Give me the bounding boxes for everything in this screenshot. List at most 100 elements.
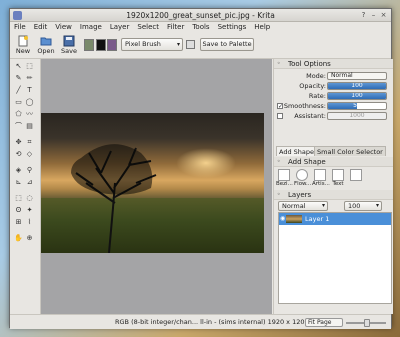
layer-opacity-spinbox[interactable]: 100 ▾: [344, 201, 382, 211]
gradient-icon[interactable]: ▤: [25, 122, 34, 131]
save-icon: [63, 35, 75, 47]
pattern-swatch[interactable]: [84, 39, 94, 51]
tab-small-color-selector[interactable]: Small Color Selector: [314, 146, 386, 156]
assistant-slider[interactable]: 1000: [327, 112, 387, 120]
line-icon[interactable]: ╱: [14, 86, 23, 95]
transform-icon[interactable]: ⬚: [25, 62, 34, 71]
close-button[interactable]: ×: [379, 11, 388, 20]
assistant-checkbox[interactable]: [277, 113, 283, 119]
menu-file[interactable]: File: [10, 22, 30, 33]
smoothness-value: 50: [353, 102, 361, 109]
menu-select[interactable]: Select: [133, 22, 163, 33]
layers-title[interactable]: ◦ Layers: [274, 190, 393, 200]
mode-combo[interactable]: Normal: [327, 72, 387, 80]
move-icon[interactable]: ✥: [14, 138, 23, 147]
eye-icon[interactable]: ◉: [280, 213, 285, 225]
save-button[interactable]: Save: [58, 34, 80, 58]
measure-icon[interactable]: ⊾: [14, 178, 23, 187]
smoothness-checkbox[interactable]: ✓: [277, 103, 283, 110]
canvas-area[interactable]: [41, 59, 272, 314]
shape-text[interactable]: Text: [330, 169, 346, 189]
layer-thumbnail: [286, 215, 302, 223]
text-shape-icon: [332, 169, 344, 181]
menu-bar: File Edit View Image Layer Select Filter…: [10, 22, 391, 33]
zoom-icon[interactable]: ⊕: [25, 234, 34, 243]
rate-label: Rate:: [308, 92, 326, 100]
freehand-path-icon[interactable]: 〰: [25, 110, 34, 119]
layer-row[interactable]: ◉ Layer 1: [279, 213, 391, 225]
bezier-icon[interactable]: ⌒: [14, 122, 23, 131]
brush-preset-value: Pixel Brush: [125, 40, 161, 48]
menu-view[interactable]: View: [51, 22, 76, 33]
tool-options-title[interactable]: ◦ Tool Options: [274, 59, 393, 69]
lasso-icon[interactable]: ʘ: [14, 206, 23, 215]
shape-list: Bezi... Flow... Artis... Text: [276, 169, 390, 189]
menu-layer[interactable]: Layer: [106, 22, 134, 33]
zoom-combo[interactable]: Fit Page: [305, 318, 343, 327]
path-select-icon[interactable]: ⌇: [25, 218, 34, 227]
polygon-icon[interactable]: ⬠: [14, 110, 23, 119]
text-tool-icon[interactable]: T: [25, 86, 34, 95]
layer-blend-mode-combo[interactable]: Normal ▾: [278, 201, 328, 211]
menu-settings[interactable]: Settings: [214, 22, 251, 33]
save-to-palette-button[interactable]: Save to Palette: [200, 38, 254, 51]
chevron-down-icon: ▾: [375, 202, 379, 209]
rectangle-icon[interactable]: ▭: [14, 98, 23, 107]
status-text: RGB (8-bit integer/chan... ll-in - (sims…: [115, 318, 309, 326]
docker-panel: ◦ Tool Options Mode: Normal Opacity: 100…: [273, 59, 393, 314]
foreground-color-swatch[interactable]: [107, 39, 117, 51]
rect-select-icon[interactable]: ⬚: [14, 194, 23, 203]
zoom-slider-handle[interactable]: [364, 319, 370, 327]
brush-settings-icon[interactable]: [186, 40, 195, 49]
contiguous-select-icon[interactable]: ⊞: [14, 218, 23, 227]
title-bar[interactable]: 1920x1200_great_sunset_pic.jpg - Krita ?…: [10, 9, 391, 22]
menu-help[interactable]: Help: [250, 22, 274, 33]
eyedropper-icon[interactable]: ⚲: [25, 166, 34, 175]
new-label: New: [15, 47, 31, 55]
assistant-icon[interactable]: ⊿: [25, 178, 34, 187]
tab-add-shape[interactable]: Add Shape: [276, 146, 318, 156]
flow-shape-icon: [296, 169, 308, 181]
new-document-icon: [18, 35, 28, 47]
menu-edit[interactable]: Edit: [30, 22, 52, 33]
pin-icon[interactable]: ◦: [277, 190, 281, 200]
assistant-value: 1000: [349, 112, 365, 119]
new-button[interactable]: New: [12, 34, 34, 58]
chevron-down-icon: ▾: [321, 202, 325, 209]
mode-row: Mode: Normal: [274, 71, 394, 81]
sunset-image[interactable]: [41, 113, 264, 253]
shape-bezier[interactable]: Bezi...: [276, 169, 293, 189]
open-button[interactable]: Open: [35, 34, 57, 58]
rotate-icon[interactable]: ⟲: [14, 150, 23, 159]
rate-slider[interactable]: 100: [327, 92, 387, 100]
folder-icon: [40, 37, 52, 46]
shape-flow[interactable]: Flow...: [294, 169, 311, 189]
fill-icon[interactable]: ◈: [14, 166, 23, 175]
shape-artistic[interactable]: Artis...: [312, 169, 330, 189]
pencil-icon[interactable]: ✏: [25, 74, 34, 83]
menu-filter[interactable]: Filter: [163, 22, 188, 33]
smoothness-slider[interactable]: 50: [327, 102, 387, 110]
background-color-swatch[interactable]: [96, 39, 106, 51]
select-icon[interactable]: ↖: [14, 62, 23, 71]
menu-image[interactable]: Image: [76, 22, 106, 33]
brush-icon[interactable]: ✎: [14, 74, 23, 83]
opacity-label: Opacity:: [299, 82, 326, 90]
menu-tools[interactable]: Tools: [188, 22, 213, 33]
minimize-button[interactable]: –: [369, 11, 378, 20]
pin-icon[interactable]: ◦: [277, 157, 281, 167]
rate-value: 100: [351, 92, 363, 99]
brush-preset-combo[interactable]: Pixel Brush ▾: [121, 38, 183, 51]
ellipse-icon[interactable]: ◯: [25, 98, 34, 107]
magic-wand-icon[interactable]: ✦: [25, 206, 34, 215]
perspective-icon[interactable]: ◇: [25, 150, 34, 159]
pan-icon[interactable]: ✋: [14, 234, 23, 243]
assistant-label: Assistant:: [294, 112, 326, 120]
opacity-slider[interactable]: 100: [327, 82, 387, 90]
crop-icon[interactable]: ⌗: [25, 138, 34, 147]
ellipse-select-icon[interactable]: ◌: [25, 194, 34, 203]
add-shape-title[interactable]: ◦ Add Shape: [274, 157, 393, 167]
pin-icon[interactable]: ◦: [277, 59, 281, 69]
help-button[interactable]: ?: [359, 11, 368, 20]
shape-picture[interactable]: [348, 169, 364, 189]
